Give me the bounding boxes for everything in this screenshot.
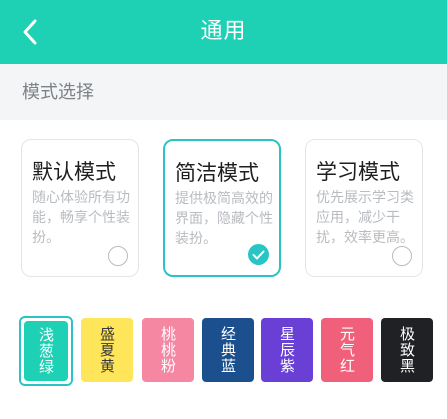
theme-swatch-summer-yellow[interactable]: 盛夏黄 [81, 318, 133, 382]
theme-swatch-label: 浅葱绿 [37, 327, 55, 375]
mode-card-description: 随心体验所有功能，畅享个性装扮。 [32, 190, 130, 246]
theme-swatch-peach-pink[interactable]: 桃桃粉 [142, 318, 194, 382]
theme-swatch-label: 星辰紫 [278, 326, 296, 374]
theme-swatch-star-purple[interactable]: 星辰紫 [261, 318, 313, 382]
theme-swatch-item: 盛夏黄 [81, 318, 133, 382]
theme-swatch-qiancong-green[interactable]: 浅葱绿 [24, 321, 68, 381]
mode-card-title: 默认模式 [32, 160, 116, 184]
page-title: 通用 [200, 19, 247, 44]
theme-swatch-item: 桃桃粉 [142, 318, 194, 382]
theme-swatch-vital-red[interactable]: 元气红 [321, 318, 373, 382]
top-bar: 通用 [0, 0, 447, 64]
radio-unchecked-icon[interactable] [108, 246, 128, 266]
checkmark-icon [252, 250, 265, 259]
mode-panel: 默认模式 随心体验所有功能，畅享个性装扮。 简洁模式 提供极简高效的界面，隐藏个… [0, 120, 447, 419]
mode-card-description: 提供极简高效的界面，隐藏个性装扮。 [175, 191, 273, 247]
theme-swatch-label: 元气红 [338, 326, 356, 374]
theme-swatch-label: 盛夏黄 [98, 326, 116, 374]
radio-checked-icon[interactable] [248, 244, 269, 265]
theme-swatch-item: 极致黑 [381, 318, 433, 382]
mode-card-title: 学习模式 [316, 160, 400, 184]
theme-swatch-item: 元气红 [321, 318, 373, 382]
mode-card-description: 优先展示学习类应用，减少干扰，效率更高。 [316, 190, 414, 246]
radio-unchecked-icon[interactable] [392, 246, 412, 266]
theme-swatch-selected-frame: 浅葱绿 [19, 316, 73, 386]
mode-card-study[interactable]: 学习模式 优先展示学习类应用，减少干扰，效率更高。 [305, 139, 423, 277]
section-label-mode: 模式选择 [22, 82, 94, 103]
theme-swatch-label: 桃桃粉 [159, 326, 177, 374]
theme-swatch-label: 经典蓝 [219, 326, 237, 374]
theme-swatch-label: 极致黑 [398, 326, 416, 374]
mode-card-default[interactable]: 默认模式 随心体验所有功能，畅享个性装扮。 [21, 139, 139, 277]
theme-swatch-item: 经典蓝 [202, 318, 254, 382]
theme-swatch-item: 星辰紫 [261, 318, 313, 382]
theme-swatch-ultimate-black[interactable]: 极致黑 [381, 318, 433, 382]
mode-card-simple[interactable]: 简洁模式 提供极简高效的界面，隐藏个性装扮。 [163, 139, 281, 277]
theme-swatch-classic-blue[interactable]: 经典蓝 [202, 318, 254, 382]
mode-card-title: 简洁模式 [175, 161, 259, 185]
